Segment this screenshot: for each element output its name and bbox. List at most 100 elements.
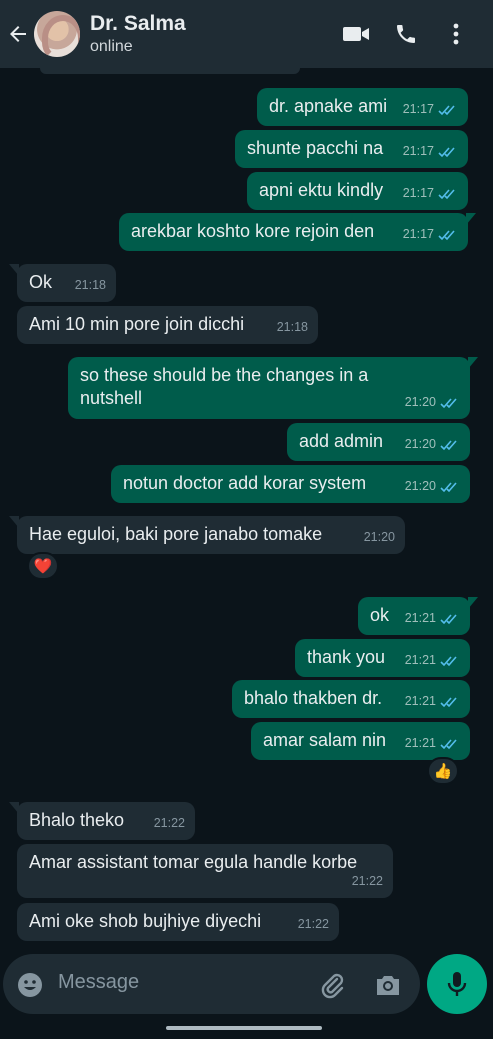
message-time: 21:20: [404, 395, 436, 409]
voice-message-button[interactable]: [427, 954, 487, 1014]
double-check-icon: [438, 188, 455, 199]
message-meta: 21:20: [405, 391, 460, 414]
message-meta: 21:17: [403, 182, 458, 205]
message-time: 21:17: [402, 186, 434, 200]
message-time: 21:18: [74, 278, 106, 292]
video-call-button[interactable]: [331, 9, 381, 59]
message-text: bhalo thakben dr.: [244, 688, 383, 708]
paperclip-icon[interactable]: [317, 970, 347, 1000]
message-time: 21:21: [404, 736, 436, 750]
message-time: 21:21: [404, 611, 436, 625]
double-check-icon: [440, 738, 457, 749]
message-bubble-outgoing[interactable]: add admin 21:20: [287, 423, 470, 461]
message-text: amar salam nin: [263, 730, 387, 750]
message-bubble-incoming[interactable]: Hae eguloi, baki pore janabo tomake 21:2…: [9, 516, 405, 554]
message-bubble-outgoing[interactable]: so these should be the changes in a nuts…: [68, 357, 478, 419]
thumbs-up-reaction[interactable]: 👍: [427, 757, 459, 785]
message-text: shunte pacchi na: [247, 138, 384, 158]
header-actions: [331, 0, 481, 68]
microphone-icon: [447, 972, 467, 996]
message-text: Bhalo theko: [29, 810, 125, 830]
message-bubble-incoming[interactable]: Ami oke shob bujhiye diyechi 21:22: [17, 903, 339, 941]
thumbs-up-icon: 👍: [433, 763, 453, 780]
message-meta: 21:18: [75, 274, 106, 297]
contact-name: Dr. Salma: [90, 12, 186, 35]
avatar[interactable]: [34, 11, 80, 57]
more-options-button[interactable]: [431, 9, 481, 59]
message-time: 21:20: [404, 479, 436, 493]
message-time: 21:21: [404, 653, 436, 667]
message-time: 21:20: [363, 530, 395, 544]
more-vertical-icon: [453, 23, 459, 45]
message-text: apni ektu kindly: [259, 180, 384, 200]
message-meta: 21:18: [277, 316, 308, 339]
chat-header: Dr. Salma online: [0, 0, 493, 68]
message-bubble-incoming[interactable]: Ami 10 min pore join dicchi 21:18: [17, 306, 318, 344]
message-bubble-outgoing[interactable]: dr. apnake ami 21:17: [257, 88, 468, 126]
message-time: 21:20: [404, 437, 436, 451]
home-indicator[interactable]: [166, 1026, 322, 1030]
double-check-icon: [440, 655, 457, 666]
message-text: thank you: [307, 647, 386, 667]
message-bubble-outgoing[interactable]: shunte pacchi na 21:17: [235, 130, 468, 168]
message-meta: 21:20: [405, 433, 460, 456]
message-text: Ami 10 min pore join dicchi: [29, 314, 245, 334]
message-meta: 21:22: [154, 812, 185, 835]
message-bubble-outgoing[interactable]: notun doctor add korar system 21:20: [111, 465, 470, 503]
message-time: 21:22: [297, 917, 329, 931]
message-time: 21:22: [351, 874, 383, 888]
double-check-icon: [440, 397, 457, 408]
message-bubble-outgoing[interactable]: thank you 21:21: [295, 639, 470, 677]
message-time: 21:17: [402, 144, 434, 158]
message-meta: 21:21: [405, 649, 460, 672]
partial-message-bubble: [40, 68, 300, 74]
message-meta: 21:17: [403, 140, 458, 163]
heart-reaction[interactable]: ❤️: [27, 552, 59, 580]
message-text: Hae eguloi, baki pore janabo tomake: [29, 524, 323, 544]
message-bubble-outgoing[interactable]: ok 21:21: [358, 597, 478, 635]
message-bubble-outgoing[interactable]: arekbar koshto kore rejoin den 21:17: [119, 213, 476, 251]
message-bubble-outgoing[interactable]: bhalo thakben dr. 21:21: [232, 680, 470, 718]
double-check-icon: [438, 229, 455, 240]
camera-icon[interactable]: [373, 970, 403, 1000]
message-bubble-incoming[interactable]: Amar assistant tomar egula handle korbe …: [17, 844, 393, 898]
double-check-icon: [440, 439, 457, 450]
phone-icon: [397, 25, 415, 43]
message-text: Ok: [29, 272, 53, 292]
message-time: 21:22: [153, 816, 185, 830]
message-text: Amar assistant tomar egula handle korbe: [29, 852, 358, 872]
message-meta: 21:20: [405, 475, 460, 498]
message-meta: 21:17: [403, 223, 458, 246]
message-text: Ami oke shob bujhiye diyechi: [29, 911, 262, 931]
heart-icon: ❤️: [33, 558, 53, 575]
message-meta: 21:21: [405, 607, 460, 630]
message-time: 21:21: [404, 694, 436, 708]
message-text: dr. apnake ami: [269, 96, 388, 116]
message-meta: 21:22: [298, 913, 329, 936]
double-check-icon: [440, 481, 457, 492]
emoji-icon[interactable]: [17, 972, 43, 998]
message-meta: 21:21: [405, 690, 460, 713]
message-bubble-outgoing[interactable]: amar salam nin 21:21: [251, 722, 470, 760]
message-text: arekbar koshto kore rejoin den: [131, 221, 375, 241]
message-time: 21:17: [402, 102, 434, 116]
message-meta: 21:20: [364, 526, 395, 549]
message-bubble-outgoing[interactable]: apni ektu kindly 21:17: [247, 172, 468, 210]
back-button[interactable]: [2, 0, 34, 68]
arrow-left-icon: [10, 26, 26, 42]
voice-call-button[interactable]: [381, 9, 431, 59]
message-input[interactable]: Message: [3, 954, 420, 1014]
contact-info[interactable]: Dr. Salma online: [90, 12, 186, 56]
message-text: notun doctor add korar system: [123, 473, 367, 493]
message-text: ok: [370, 605, 390, 625]
composer-bar: Message: [0, 944, 493, 1039]
message-time: 21:18: [276, 320, 308, 334]
message-bubble-incoming[interactable]: Ok 21:18: [9, 264, 116, 302]
contact-status: online: [90, 38, 133, 55]
message-meta: 21:22: [352, 870, 383, 893]
double-check-icon: [440, 613, 457, 624]
message-placeholder: Message: [58, 971, 140, 993]
message-text: so these should be the changes in a nuts…: [80, 365, 369, 408]
double-check-icon: [438, 104, 455, 115]
message-bubble-incoming[interactable]: Bhalo theko 21:22: [9, 802, 195, 840]
